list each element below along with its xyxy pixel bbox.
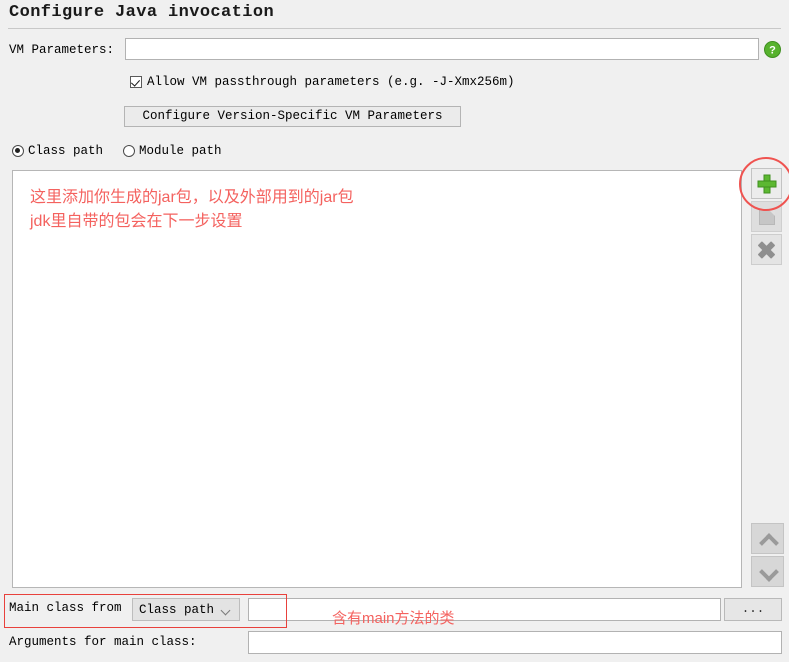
allow-passthrough-checkbox[interactable]: Allow VM passthrough parameters (e.g. -J…: [130, 75, 515, 89]
vm-parameters-label: VM Parameters:: [9, 43, 115, 57]
classpath-entries-list[interactable]: [12, 170, 742, 588]
edit-entry-button[interactable]: [751, 201, 782, 232]
plus-icon: [757, 174, 776, 193]
path-mode-radio-group: Class path Module path: [12, 144, 242, 158]
allow-passthrough-label: Allow VM passthrough parameters (e.g. -J…: [147, 75, 515, 89]
edit-icon: [758, 208, 775, 225]
checkbox-check-icon: [130, 76, 142, 88]
configure-version-specific-vm-parameters-button[interactable]: Configure Version-Specific VM Parameters: [124, 106, 461, 127]
move-entry-down-button[interactable]: [751, 556, 784, 587]
header-divider: [8, 28, 781, 29]
arguments-input[interactable]: [248, 631, 782, 654]
chevron-up-icon: [760, 531, 775, 546]
svg-text:?: ?: [769, 45, 776, 57]
radio-class-path[interactable]: Class path: [12, 144, 103, 158]
main-class-from-label: Main class from: [9, 601, 122, 615]
dialog-header: Configure Java invocation: [0, 0, 789, 29]
main-class-source-value: Class path: [139, 603, 215, 617]
main-class-browse-button[interactable]: ...: [724, 598, 782, 621]
remove-entry-button[interactable]: [751, 234, 782, 265]
help-icon[interactable]: ?: [764, 41, 781, 58]
arguments-for-main-class-label: Arguments for main class:: [9, 635, 197, 649]
close-icon: [758, 241, 775, 258]
chevron-down-icon: [760, 564, 775, 579]
chevron-down-icon: [222, 607, 231, 616]
main-class-source-select[interactable]: Class path: [132, 598, 240, 621]
radio-module-path[interactable]: Module path: [123, 144, 222, 158]
vm-parameters-input[interactable]: [125, 38, 759, 60]
radio-module-path-label: Module path: [139, 144, 222, 158]
radio-selected-icon: [12, 145, 24, 157]
page-title: Configure Java invocation: [9, 3, 275, 22]
main-class-input[interactable]: [248, 598, 721, 621]
vm-parameters-row: VM Parameters:: [0, 38, 789, 64]
radio-unselected-icon: [123, 145, 136, 157]
add-entry-button[interactable]: [751, 168, 782, 199]
radio-class-path-label: Class path: [28, 144, 104, 158]
move-entry-up-button[interactable]: [751, 523, 784, 554]
